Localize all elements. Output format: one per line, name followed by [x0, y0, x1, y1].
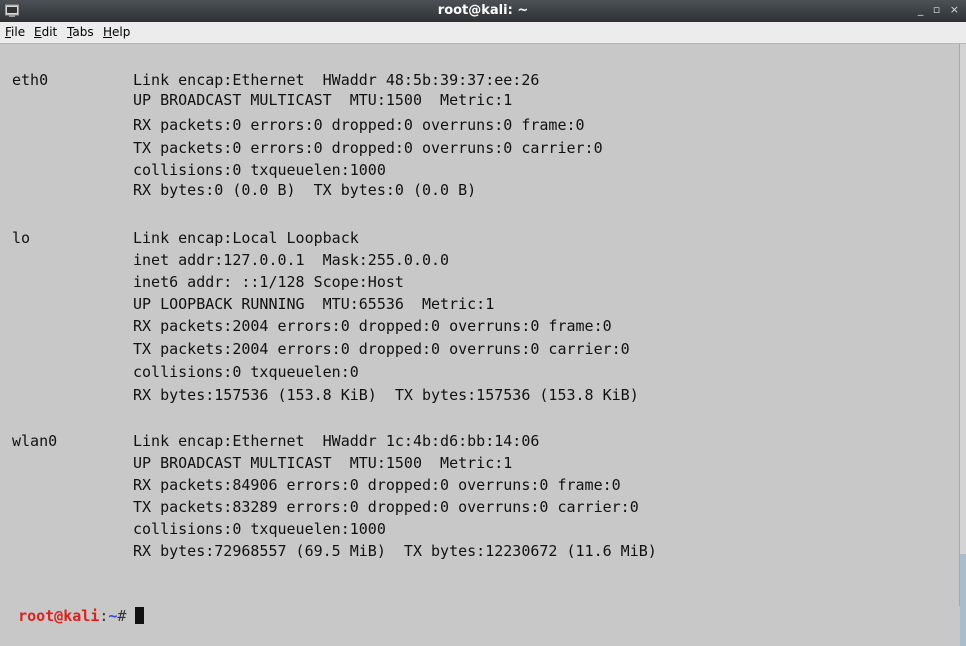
menu-help-label: elp [112, 25, 131, 39]
eth0-line-1: Link encap:Ethernet HWaddr 48:5b:39:37:e… [133, 71, 540, 89]
menu-tabs[interactable]: Tabs [67, 25, 94, 39]
menu-help[interactable]: Help [103, 25, 130, 39]
window-titlebar[interactable]: root@kali: ~ _ ▫ × [0, 0, 966, 22]
menu-edit-mnemonic: E [34, 25, 42, 39]
wlan0-line-6: RX bytes:72968557 (69.5 MiB) TX bytes:12… [133, 542, 657, 560]
eth0-line-4: TX packets:0 errors:0 dropped:0 overruns… [133, 139, 603, 157]
menu-edit-label: dit [41, 25, 58, 39]
wlan0-line-5: collisions:0 txqueuelen:1000 [133, 520, 386, 538]
prompt-separator: : [99, 607, 109, 625]
menu-help-mnemonic: H [103, 25, 113, 39]
window-controls[interactable]: _ ▫ × [918, 3, 962, 16]
lo-line-5: RX packets:2004 errors:0 dropped:0 overr… [133, 317, 612, 335]
block-cursor [135, 607, 145, 624]
eth0-line-3: RX packets:0 errors:0 dropped:0 overruns… [133, 116, 585, 134]
wlan0-line-2: UP BROADCAST MULTICAST MTU:1500 Metric:1 [133, 454, 513, 472]
lo-line-4: UP LOOPBACK RUNNING MTU:65536 Metric:1 [133, 295, 495, 313]
eth0-line-2: UP BROADCAST MULTICAST MTU:1500 Metric:1 [133, 91, 513, 109]
prompt-path: ~ [108, 607, 118, 625]
vertical-scrollbar[interactable] [959, 44, 966, 646]
lo-line-8: RX bytes:157536 (153.8 KiB) TX bytes:157… [133, 386, 639, 404]
menu-file[interactable]: File [5, 25, 25, 39]
wlan0-line-1: Link encap:Ethernet HWaddr 1c:4b:d6:bb:1… [133, 432, 540, 450]
iface-eth0-name: eth0 [12, 71, 49, 89]
prompt-user-host: root@kali [18, 607, 100, 625]
lo-line-3: inet6 addr: ::1/128 Scope:Host [133, 273, 404, 291]
lo-line-2: inet addr:127.0.0.1 Mask:255.0.0.0 [133, 251, 450, 269]
eth0-line-6: RX bytes:0 (0.0 B) TX bytes:0 (0.0 B) [133, 181, 477, 199]
iface-lo-name: lo [12, 229, 31, 247]
prompt-symbol: # [117, 607, 136, 625]
shell-prompt[interactable]: root@kali:~# [0, 586, 145, 626]
scrollbar-thumb[interactable] [960, 554, 966, 646]
menu-bar: File Edit Tabs Help [0, 22, 966, 44]
window-title: root@kali: ~ [437, 3, 529, 18]
lo-line-6: TX packets:2004 errors:0 dropped:0 overr… [133, 340, 630, 358]
lo-line-1: Link encap:Local Loopback [133, 229, 359, 247]
lo-line-7: collisions:0 txqueuelen:0 [133, 363, 359, 381]
iface-wlan0-name: wlan0 [12, 432, 58, 450]
wlan0-line-3: RX packets:84906 errors:0 dropped:0 over… [133, 476, 621, 494]
wlan0-line-4: TX packets:83289 errors:0 dropped:0 over… [133, 498, 639, 516]
menu-edit[interactable]: Edit [34, 25, 57, 39]
eth0-line-5: collisions:0 txqueuelen:1000 [133, 161, 386, 179]
menu-file-label: ile [11, 25, 26, 39]
menu-tabs-label: abs [72, 25, 94, 39]
